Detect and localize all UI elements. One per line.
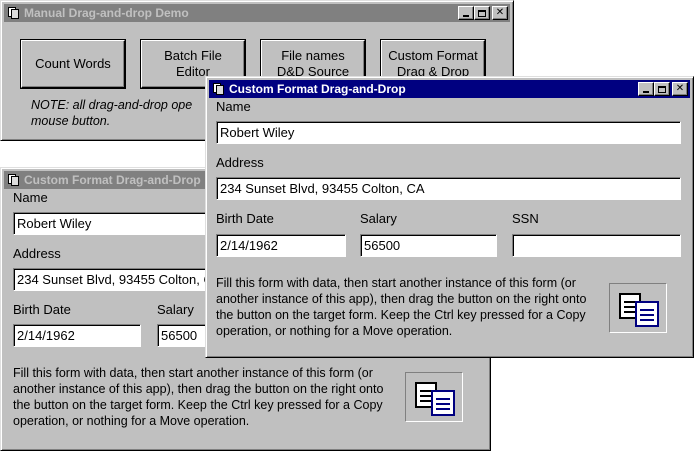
close-icon[interactable]: ✕ — [492, 6, 508, 20]
window-app-icon[interactable] — [211, 82, 225, 96]
front-form-title: Custom Format Drag-and-Drop — [229, 82, 406, 96]
window-app-icon[interactable] — [6, 173, 20, 187]
maximize-icon[interactable] — [654, 82, 670, 96]
main-note-line1: NOTE: all drag-and-drop ope — [31, 98, 193, 112]
front-name-field[interactable]: Robert Wiley — [216, 121, 681, 144]
front-birth-date-label: Birth Date — [216, 211, 274, 226]
front-address-field[interactable]: 234 Sunset Blvd, 93455 Colton, CA — [216, 177, 681, 200]
back-name-label: Name — [13, 190, 48, 205]
main-window-title: Manual Drag-and-drop Demo — [24, 6, 189, 20]
minimize-icon[interactable] — [458, 6, 474, 20]
minimize-icon[interactable] — [638, 82, 654, 96]
close-icon[interactable]: ✕ — [672, 82, 688, 96]
front-salary-label: Salary — [360, 211, 397, 226]
front-name-label: Name — [216, 99, 251, 114]
front-form-window: Custom Format Drag-and-Drop ✕ Name Rober… — [205, 76, 694, 358]
back-instructions: Fill this form with data, then start ano… — [13, 366, 384, 428]
window-app-icon[interactable] — [6, 6, 20, 20]
front-ssn-label: SSN — [512, 211, 539, 226]
copy-documents-icon — [619, 293, 659, 327]
front-ssn-field[interactable] — [512, 234, 681, 257]
maximize-icon[interactable] — [474, 6, 490, 20]
count-words-button[interactable]: Count Words — [21, 40, 125, 88]
front-salary-field[interactable]: 56500 — [360, 234, 497, 257]
back-birth-date-label: Birth Date — [13, 302, 71, 317]
front-address-label: Address — [216, 155, 264, 170]
main-note-line2: mouse button. — [31, 114, 111, 128]
front-birth-date-field[interactable]: 2/14/1962 — [216, 234, 346, 257]
front-instructions: Fill this form with data, then start ano… — [216, 276, 587, 338]
back-drag-source-button[interactable] — [405, 372, 463, 422]
copy-documents-icon — [415, 382, 455, 416]
front-form-titlebar[interactable]: Custom Format Drag-and-Drop ✕ — [209, 80, 690, 98]
back-address-label: Address — [13, 246, 61, 261]
front-drag-source-button[interactable] — [609, 283, 667, 333]
back-salary-label: Salary — [157, 302, 194, 317]
main-window-titlebar[interactable]: Manual Drag-and-drop Demo ✕ — [4, 4, 510, 22]
back-birth-date-field[interactable]: 2/14/1962 — [13, 324, 141, 347]
